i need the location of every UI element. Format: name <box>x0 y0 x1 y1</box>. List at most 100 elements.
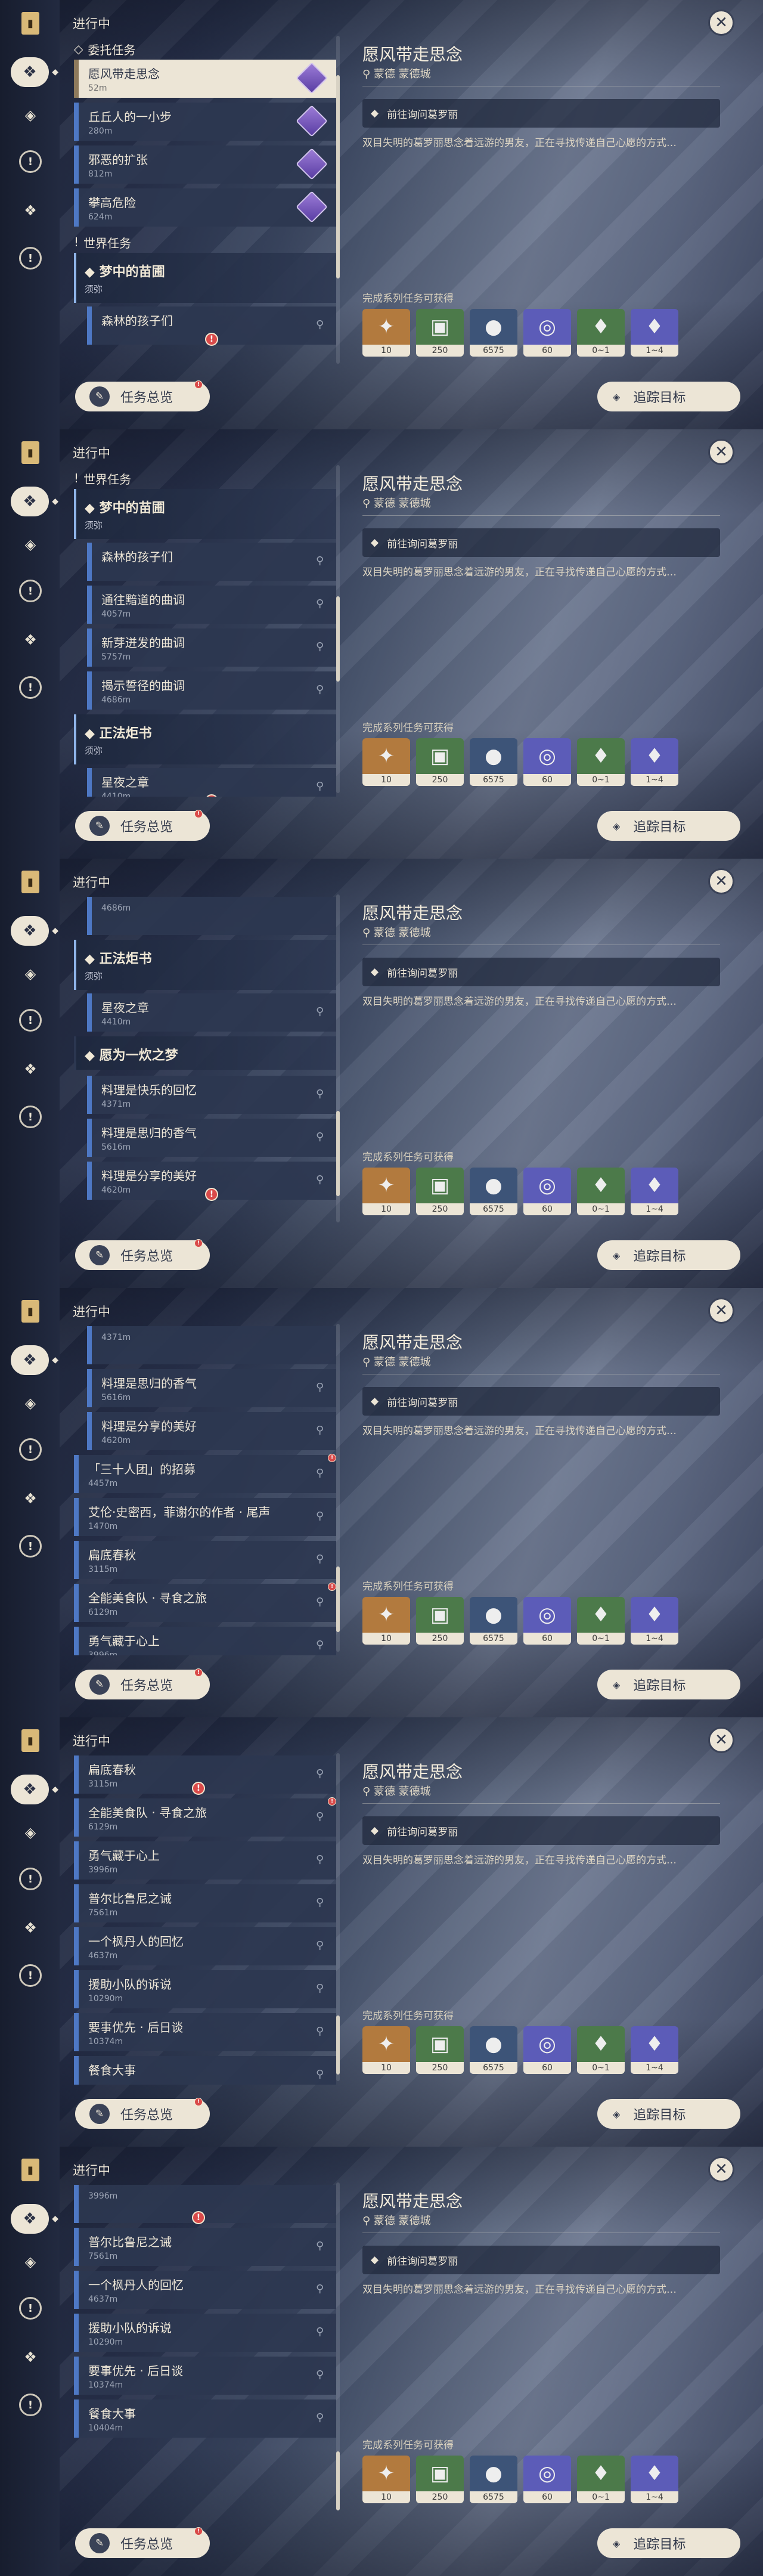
world-quest-icon[interactable]: ! <box>19 1868 42 1890</box>
world-quest-icon[interactable]: ! <box>19 1009 42 1032</box>
reward-item[interactable]: ◎ 60 <box>523 2026 571 2074</box>
quest-item[interactable]: 勇气藏于心上 3996m ⚲ <box>74 1627 336 1655</box>
track-button[interactable]: ◈ 追踪目标 <box>597 382 740 411</box>
location-pin-icon[interactable]: ⚲ <box>316 2068 327 2082</box>
reward-item[interactable]: ● 6575 <box>470 738 517 786</box>
reward-item[interactable]: ♦ 1~4 <box>631 1168 678 1215</box>
reward-item[interactable]: ▣ 250 <box>416 1597 464 1645</box>
quest-group[interactable]: ◆ 愿为一炊之梦 <box>74 1036 336 1070</box>
quest-item[interactable]: 愿风带走思念 52m <box>74 60 336 98</box>
quest-overview-button[interactable]: ✎ 任务总览 ! <box>75 810 210 841</box>
location-pin-icon[interactable]: ⚲ <box>316 1467 327 1481</box>
reward-item[interactable]: ♦ 0~1 <box>577 738 625 786</box>
location-pin-icon[interactable]: ⚲ <box>316 2240 327 2254</box>
location-pin-icon[interactable]: ⚲ <box>316 780 327 794</box>
reward-item[interactable]: ● 6575 <box>470 309 517 357</box>
quest-item[interactable]: 一个枫丹人的回忆 4637m ⚲ <box>74 2271 336 2309</box>
scrollbar[interactable] <box>336 465 340 793</box>
quest-item[interactable]: 普尔比鲁尼之诫 7561m ⚲ <box>74 1884 336 1922</box>
close-icon[interactable]: ✕ <box>708 10 734 36</box>
quest-item[interactable]: 勇气藏于心上 3996m ⚲ <box>74 1841 336 1880</box>
reward-item[interactable]: ♦ 1~4 <box>631 309 678 357</box>
quest-item[interactable]: 要事优先 · 后日谈 10374m ⚲ <box>74 2013 336 2051</box>
archon-quest-icon[interactable]: ◈ <box>20 105 41 125</box>
reward-item[interactable]: ▣ 250 <box>416 2026 464 2074</box>
quest-child-item[interactable]: 揭示誓径的曲调 4686m ⚲ <box>87 671 336 710</box>
scroll-thumb[interactable] <box>336 1111 340 1196</box>
scroll-thumb[interactable] <box>336 2451 340 2510</box>
track-button[interactable]: ◈ 追踪目标 <box>597 811 740 841</box>
quest-overview-button[interactable]: ✎ 任务总览 ! <box>75 1668 210 1699</box>
scrollbar[interactable] <box>336 36 340 364</box>
quest-overview-button[interactable]: ✎ 任务总览 ! <box>75 1239 210 1270</box>
quest-item[interactable]: 艾伦·史密西，菲谢尔的作者 · 尾声 1470m ⚲ <box>74 1498 336 1536</box>
commission-tab-icon[interactable]: ❖ <box>11 2204 58 2234</box>
quest-item[interactable]: 援助小队的诉说 10290m ⚲ <box>74 1970 336 2008</box>
reward-item[interactable]: ◎ 60 <box>523 2456 571 2503</box>
quest-book-icon[interactable]: ▮ <box>21 1300 39 1323</box>
archon-quest-icon[interactable]: ◈ <box>20 534 41 555</box>
quest-item[interactable]: 全能美食队 · 寻食之旅 6129m ⚲! <box>74 1583 336 1622</box>
scroll-thumb[interactable] <box>336 1566 340 1632</box>
scrollbar[interactable] <box>336 894 340 1222</box>
location-pin-icon[interactable]: ⚲ <box>316 1424 327 1438</box>
track-button[interactable]: ◈ 追踪目标 <box>597 1240 740 1270</box>
location-pin-icon[interactable]: ⚲ <box>316 2283 327 2297</box>
quest-book-icon[interactable]: ▮ <box>21 441 39 464</box>
close-icon[interactable]: ✕ <box>708 868 734 894</box>
quest-overview-button[interactable]: ✎ 任务总览 ! <box>75 2527 210 2558</box>
reward-item[interactable]: ♦ 0~1 <box>577 2026 625 2074</box>
location-pin-icon[interactable]: ⚲ <box>316 1896 327 1911</box>
reward-item[interactable]: ◎ 60 <box>523 1168 571 1215</box>
location-pin-icon[interactable]: ⚲ <box>316 2025 327 2039</box>
event-quest-icon[interactable]: ❖ <box>20 1488 41 1509</box>
scroll-thumb[interactable] <box>336 75 340 278</box>
location-pin-icon[interactable]: ⚲ <box>316 1381 327 1395</box>
quest-child-item[interactable]: 料理是思归的香气 5616m ⚲ <box>87 1119 336 1157</box>
location-pin-icon[interactable]: ⚲ <box>316 1767 327 1782</box>
event-quest-icon[interactable]: ❖ <box>20 2347 41 2367</box>
location-pin-icon[interactable]: ⚲ <box>316 1982 327 1996</box>
quest-list-scroll[interactable]: ◇ 委托任务 愿风带走思念 52m 丘丘人的一小步 280m 邪恶的扩张 812m 攀高危险 62… <box>74 36 336 367</box>
quest-child-item[interactable]: 4686m <box>87 897 336 935</box>
reward-item[interactable]: ● 6575 <box>470 1168 517 1215</box>
hangout-quest-icon[interactable]: ! <box>19 1535 42 1558</box>
location-pin-icon[interactable]: ⚲ <box>316 1939 327 1953</box>
quest-list-scroll[interactable]: ! 世界任务 ◆ 梦中的苗圃 须弥 森林的孩子们 ⚲ 通往黯道的曲调 4057m ⚲ 新芽迸发的曲… <box>74 465 336 797</box>
location-pin-icon[interactable]: ⚲ <box>316 597 327 612</box>
quest-item[interactable]: 一个枫丹人的回忆 4637m ⚲ <box>74 1927 336 1965</box>
quest-child-item[interactable]: 料理是分享的美好 4620m ⚲ <box>87 1412 336 1450</box>
scrollbar[interactable] <box>336 2182 340 2510</box>
quest-item[interactable]: 要事优先 · 后日谈 10374m ⚲ <box>74 2357 336 2395</box>
reward-item[interactable]: ♦ 0~1 <box>577 309 625 357</box>
world-quest-icon[interactable]: ! <box>19 580 42 602</box>
reward-item[interactable]: ✦ 10 <box>362 309 410 357</box>
location-pin-icon[interactable]: ⚲ <box>316 1005 327 1020</box>
scrollbar[interactable] <box>336 1753 340 2081</box>
quest-item[interactable]: 「三十人团」的招募 4457m ⚲! <box>74 1454 336 1493</box>
location-pin-icon[interactable]: ⚲ <box>316 1853 327 1868</box>
event-quest-icon[interactable]: ❖ <box>20 200 41 221</box>
quest-child-item[interactable]: 森林的孩子们 ⚲! <box>87 306 336 346</box>
reward-item[interactable]: ✦ 10 <box>362 1597 410 1645</box>
reward-item[interactable]: ♦ 0~1 <box>577 2456 625 2503</box>
reward-item[interactable]: ✦ 10 <box>362 738 410 786</box>
location-pin-icon[interactable]: ⚲ <box>316 683 327 698</box>
close-icon[interactable]: ✕ <box>708 1727 734 1753</box>
location-pin-icon[interactable]: ⚲ <box>316 2326 327 2340</box>
quest-child-item[interactable]: 料理是快乐的回忆 4371m ⚲ <box>87 1076 336 1114</box>
quest-item[interactable]: 餐食大事 ⚲ <box>74 2056 336 2085</box>
quest-group[interactable]: ◆ 正法炬书 须弥 <box>74 714 336 764</box>
quest-child-item[interactable]: 星夜之章4410m⚲! <box>87 768 336 797</box>
track-button[interactable]: ◈ 追踪目标 <box>597 2099 740 2129</box>
reward-item[interactable]: ◎ 60 <box>523 1597 571 1645</box>
reward-item[interactable]: ◎ 60 <box>523 738 571 786</box>
quest-child-item[interactable]: 通往黯道的曲调 4057m ⚲ <box>87 586 336 624</box>
quest-item[interactable]: 攀高危险 624m <box>74 188 336 227</box>
quest-child-item[interactable]: 4371m <box>87 1326 336 1364</box>
reward-item[interactable]: ✦ 10 <box>362 1168 410 1215</box>
location-pin-icon[interactable]: ⚲ <box>316 1174 327 1188</box>
quest-book-icon[interactable]: ▮ <box>21 871 39 893</box>
archon-quest-icon[interactable]: ◈ <box>20 1822 41 1843</box>
hangout-quest-icon[interactable]: ! <box>19 676 42 699</box>
